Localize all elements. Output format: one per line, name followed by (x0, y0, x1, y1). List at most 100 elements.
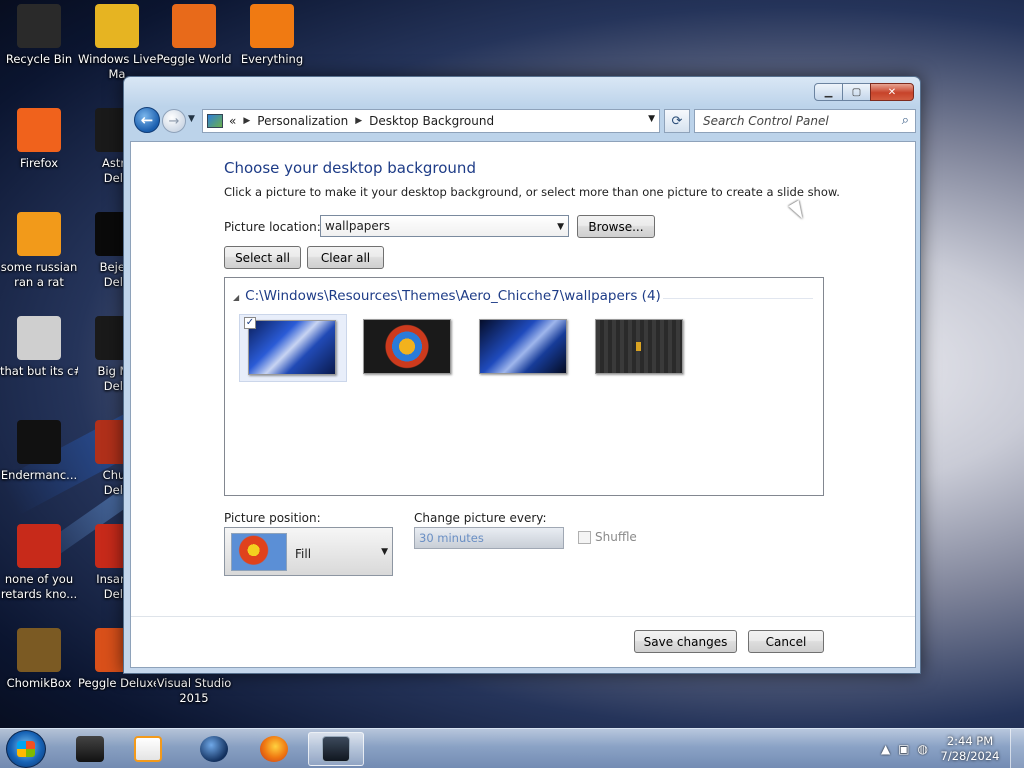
breadcrumb-overflow[interactable]: « (229, 114, 236, 128)
picture-position-label: Picture position: (224, 511, 321, 525)
breadcrumb-separator-icon: ▶ (243, 116, 251, 126)
desktop-icon-image (17, 108, 61, 152)
refresh-icon[interactable]: ⟳ (664, 109, 690, 133)
desktop-background-window: ▁ ▢ ✕ ← → ▼ « ▶ Personalization ▶ Deskto… (123, 76, 921, 674)
desktop-icon[interactable]: some russian ran a rat (0, 212, 78, 290)
media-player-icon (134, 736, 162, 762)
cancel-button[interactable]: Cancel (748, 630, 824, 653)
wallpaper-thumbnail[interactable]: ✓ (239, 314, 347, 382)
picture-list: ◢ C:\Windows\Resources\Themes\Aero_Chicch… (224, 277, 824, 496)
page-title: Choose your desktop background (224, 159, 476, 177)
picture-position-select[interactable]: Fill ▼ (224, 527, 393, 576)
navigation-bar: ← → ▼ « ▶ Personalization ▶ Desktop Back… (130, 107, 916, 135)
minimize-button[interactable]: ▁ (814, 83, 843, 101)
desktop-icon-label: Firefox (19, 156, 59, 170)
collapse-triangle-icon[interactable]: ◢ (233, 293, 239, 302)
chevron-down-icon: ▼ (381, 547, 388, 557)
change-picture-value: 30 minutes (419, 531, 484, 545)
windows-logo-icon (17, 741, 35, 757)
breadcrumb-desktop-background[interactable]: Desktop Background (369, 114, 494, 128)
desktop-icon[interactable]: Endermanc... (0, 420, 78, 483)
wallpaper-group-header[interactable]: ◢ C:\Windows\Resources\Themes\Aero_Chicch… (233, 288, 661, 304)
desktop-icon-image (17, 316, 61, 360)
start-button[interactable] (6, 730, 46, 768)
close-button[interactable]: ✕ (870, 83, 914, 101)
desktop-icon-label: Recycle Bin (5, 52, 73, 66)
desktop-icon-label-line2: 2015 (179, 691, 209, 705)
desktop-icon-label: Windows Live (78, 52, 156, 66)
wallpaper-thumbnail[interactable] (355, 314, 463, 382)
picture-location-label: Picture location: (224, 220, 321, 234)
maximize-button[interactable]: ▢ (842, 83, 871, 101)
save-changes-button[interactable]: Save changes (634, 630, 737, 653)
desktop-icon-label: Peggle World (156, 52, 232, 66)
desktop-icon[interactable]: ChomikBox (0, 628, 78, 691)
wallpaper-image (248, 320, 336, 375)
address-dropdown-icon[interactable]: ▼ (648, 114, 655, 124)
action-center-icon[interactable]: ▣ (898, 742, 909, 756)
search-placeholder: Search Control Panel (703, 114, 829, 128)
desktop-icon-image (17, 524, 61, 568)
system-tray: ▲ ▣ ◍ 2:44 PM 7/28/2024 (881, 729, 1024, 768)
shuffle-label: Shuffle (595, 530, 637, 544)
desktop-icon[interactable]: Everything (233, 4, 311, 67)
desktop-icon-label-line2: retards kno... (0, 587, 78, 601)
desktop-icon-image (17, 4, 61, 48)
taskbar-app-terminal[interactable] (62, 732, 118, 766)
desktop-icon-image (17, 420, 61, 464)
wallpaper-group-path: C:\Windows\Resources\Themes\Aero_Chicche… (245, 288, 661, 304)
page-description: Click a picture to make it your desktop … (224, 185, 840, 199)
control-panel-icon (207, 114, 223, 128)
taskbar-app-media-player[interactable] (120, 732, 176, 766)
desktop-icon-label: none of you (4, 572, 74, 586)
desktop-icon[interactable]: none of you retards kno... (0, 524, 78, 602)
wallpaper-thumbnail[interactable] (471, 314, 579, 382)
desktop-icon-label-line2: ran a rat (14, 275, 64, 289)
wallpaper-thumbnail[interactable] (587, 314, 695, 382)
desktop-icon-label: some russian (0, 260, 78, 274)
terminal-icon (76, 736, 104, 762)
taskbar-app-globe[interactable] (186, 732, 242, 766)
browse-button[interactable]: Browse... (577, 215, 655, 238)
position-preview-image (231, 533, 287, 571)
forward-arrow-icon[interactable]: → (162, 109, 186, 133)
back-arrow-icon[interactable]: ← (134, 107, 160, 133)
desktop-icon-image (17, 628, 61, 672)
network-icon[interactable]: ◍ (918, 742, 928, 756)
desktop-icon[interactable]: that but its c# (0, 316, 78, 379)
shuffle-box (578, 530, 591, 544)
desktop-icon-label: Visual Studio (156, 676, 232, 690)
desktop-icon-label: ChomikBox (6, 676, 72, 690)
firefox-icon (260, 736, 288, 762)
change-picture-label: Change picture every: (414, 511, 547, 525)
taskbar-app-firefox[interactable] (246, 732, 302, 766)
desktop-icon-image (172, 4, 216, 48)
search-input[interactable]: Search Control Panel ⌕ (694, 109, 916, 133)
show-desktop-button[interactable] (1010, 729, 1024, 768)
show-hidden-icons-icon[interactable]: ▲ (881, 742, 890, 756)
shuffle-checkbox: Shuffle (578, 530, 637, 544)
thumbnail-checkbox[interactable]: ✓ (244, 317, 256, 329)
recent-pages-chevron-icon[interactable]: ▼ (188, 114, 195, 124)
select-all-button[interactable]: Select all (224, 246, 301, 269)
breadcrumb-personalization[interactable]: Personalization (257, 114, 348, 128)
desktop-icon-image (95, 4, 139, 48)
picture-location-value: wallpapers (325, 219, 390, 233)
globe-icon (200, 736, 228, 762)
desktop-icon[interactable]: Windows Live Ma (78, 4, 156, 82)
desktop-icon[interactable]: Peggle World (155, 4, 233, 67)
wallpaper-image (479, 319, 567, 374)
clear-all-button[interactable]: Clear all (307, 246, 384, 269)
window-controls: ▁ ▢ ✕ (814, 83, 914, 101)
footer-divider (131, 616, 915, 617)
address-bar[interactable]: « ▶ Personalization ▶ Desktop Background… (202, 109, 660, 133)
chevron-down-icon: ▼ (557, 222, 564, 232)
desktop-icon[interactable]: Firefox (0, 108, 78, 171)
search-icon[interactable]: ⌕ (902, 113, 909, 128)
clock[interactable]: 2:44 PM 7/28/2024 (936, 734, 1004, 764)
taskbar-app-control-panel[interactable] (308, 732, 364, 766)
picture-location-select[interactable]: wallpapers ▼ (320, 215, 569, 237)
group-divider (663, 298, 813, 299)
desktop-icon[interactable]: Recycle Bin (0, 4, 78, 67)
breadcrumb-separator-icon: ▶ (355, 116, 363, 126)
